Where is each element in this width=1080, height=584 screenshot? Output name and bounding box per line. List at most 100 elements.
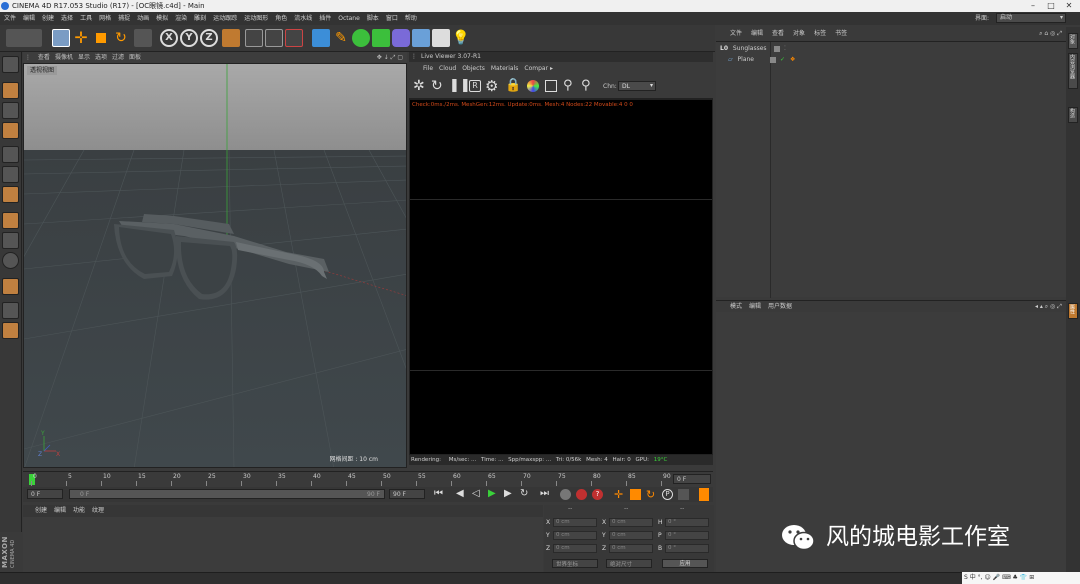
viewport-menu-item[interactable]: 过滤 (112, 54, 124, 61)
play-reverse-icon[interactable]: ◁ (472, 488, 480, 499)
loop-icon[interactable]: ↻ (520, 488, 528, 499)
menu-item-1[interactable]: 编辑 (23, 15, 35, 22)
range-slider[interactable]: 0 F 90 F (69, 489, 385, 499)
menu-item-17[interactable]: 脚本 (367, 15, 379, 22)
om-menu-item[interactable]: 对象 (793, 30, 805, 37)
attr-menu-item[interactable]: 用户数据 (768, 303, 792, 310)
edges-mode-icon[interactable] (2, 166, 19, 183)
octane-settings-icon[interactable]: ✲ (413, 78, 425, 94)
camera-icon[interactable] (432, 29, 450, 47)
lock-workplane-icon[interactable] (2, 302, 19, 319)
key-param-icon[interactable]: P (662, 489, 673, 500)
om-menu-item[interactable]: 书签 (835, 30, 847, 37)
menu-item-12[interactable]: 运动图形 (244, 15, 268, 22)
material-menu-item[interactable]: 纹理 (92, 507, 104, 514)
render-view-icon[interactable] (245, 29, 263, 47)
channel-select[interactable]: DL ▾ (618, 81, 656, 91)
lock-icon[interactable]: 🔒 (505, 78, 521, 93)
panel-grip-icon[interactable]: ⋮ (25, 54, 31, 61)
menu-item-13[interactable]: 角色 (275, 15, 287, 22)
menu-item-9[interactable]: 渲染 (175, 15, 187, 22)
tab-attributes[interactable]: 属性 (1068, 303, 1078, 319)
axis-mode-icon[interactable] (2, 212, 19, 229)
coord-mode-select[interactable]: 世界坐标 (552, 559, 598, 568)
close-button[interactable]: ✕ (1060, 0, 1078, 12)
attr-menu-item[interactable]: 编辑 (749, 303, 761, 310)
size-mode-select[interactable]: 绝对尺寸 (606, 559, 652, 568)
play-icon[interactable]: ▶ (488, 488, 496, 499)
model-mode-icon[interactable] (2, 82, 19, 99)
subdivision-icon[interactable] (352, 29, 370, 47)
current-frame-field[interactable]: 0 F (27, 489, 63, 499)
cube-icon[interactable] (312, 29, 330, 47)
y-axis-lock-icon[interactable]: Y (180, 29, 198, 47)
coord-value-field[interactable]: 0 ° (665, 544, 709, 553)
texture-mode-icon[interactable] (2, 102, 19, 119)
pause-render-icon[interactable]: ❚❚ (449, 78, 471, 93)
menu-item-18[interactable]: 窗口 (386, 15, 398, 22)
layout-select[interactable]: 启动 ▾ (996, 13, 1066, 23)
timeline-end-field[interactable]: 0 F (673, 474, 711, 484)
material-menu-item[interactable]: 编辑 (54, 507, 66, 514)
coord-value-field[interactable]: 0 cm (609, 531, 653, 540)
menu-item-8[interactable]: 模拟 (156, 15, 168, 22)
lv-menu-item[interactable]: Objects (462, 65, 485, 72)
autokey-icon[interactable] (576, 489, 587, 500)
grid-workplane-icon[interactable] (2, 322, 19, 339)
menu-item-2[interactable]: 创建 (42, 15, 54, 22)
clay-mode-icon[interactable] (545, 80, 557, 92)
snap-icon[interactable] (2, 252, 19, 269)
menu-item-3[interactable]: 选择 (61, 15, 73, 22)
viewport-menu-item[interactable]: 显示 (78, 54, 90, 61)
polygons-mode-icon[interactable] (2, 186, 19, 203)
minimize-button[interactable]: – (1024, 0, 1042, 12)
lv-menu-item[interactable]: Compar ▸ (524, 65, 553, 72)
go-to-start-icon[interactable]: ⏮ (434, 488, 443, 499)
menu-item-10[interactable]: 雕刻 (194, 15, 206, 22)
timeline-ruler[interactable]: 0 F 0 5 10 15 20 25 30 35 40 45 50 55 60 65 70 75 80 85 90 (23, 471, 713, 487)
menu-item-7[interactable]: 动画 (137, 15, 149, 22)
menu-item-16[interactable]: Octane (338, 15, 360, 22)
viewport-menu-item[interactable]: 选项 (95, 54, 107, 61)
coord-value-field[interactable]: 0 cm (553, 518, 597, 527)
panel-grip-icon[interactable]: ⋮ (411, 52, 417, 62)
key-rotation-icon[interactable]: ↻ (646, 488, 655, 501)
menu-item-5[interactable]: 网格 (99, 15, 111, 22)
apply-button[interactable]: 应用 (662, 559, 708, 568)
checkmark-icon[interactable]: ✓ (780, 55, 785, 65)
object-row-plane[interactable]: ▱ Plane ✓ ❖ (728, 55, 795, 65)
x-axis-lock-icon[interactable]: X (160, 29, 178, 47)
om-menu-item[interactable]: 查看 (772, 30, 784, 37)
undo-icon[interactable] (6, 29, 42, 47)
visibility-dots-icon[interactable] (770, 57, 776, 63)
make-editable-icon[interactable] (2, 56, 19, 73)
material-menu-item[interactable]: 功能 (73, 507, 85, 514)
coord-value-field[interactable]: 0 ° (665, 518, 709, 527)
menu-item-4[interactable]: 工具 (80, 15, 92, 22)
select-tool-icon[interactable] (52, 29, 70, 47)
cloner-icon[interactable] (372, 29, 390, 47)
om-menu-item[interactable]: 文件 (730, 30, 742, 37)
visibility-dots-icon[interactable] (774, 46, 780, 52)
step-forward-icon[interactable]: ▶ (504, 488, 512, 499)
menu-item-0[interactable]: 文件 (4, 15, 16, 22)
material-preview-icon[interactable] (527, 80, 539, 92)
coordinate-system-icon[interactable] (222, 29, 240, 47)
scale-tool-icon[interactable] (92, 29, 110, 47)
attr-menu-item[interactable]: 模式 (730, 303, 742, 310)
viewport-menu-item[interactable]: 查看 (38, 54, 50, 61)
coord-value-field[interactable]: 0 ° (665, 531, 709, 540)
key-position-icon[interactable]: ✛ (614, 488, 623, 501)
tweak-mode-icon[interactable] (2, 232, 19, 249)
light-icon[interactable]: 💡 (452, 29, 470, 47)
render-settings-icon[interactable] (285, 29, 303, 47)
key-help-icon[interactable]: ? (592, 489, 603, 500)
menu-item-6[interactable]: 捕捉 (118, 15, 130, 22)
workplane-icon[interactable] (2, 122, 19, 139)
go-to-end-icon[interactable]: ⏭ (540, 488, 549, 499)
rotate-tool-icon[interactable]: ↻ (112, 29, 130, 47)
om-menu-item[interactable]: 编辑 (751, 30, 763, 37)
points-mode-icon[interactable] (2, 146, 19, 163)
viewport-menu-item[interactable]: 摄像机 (55, 54, 73, 61)
material-menu-item[interactable]: 创建 (35, 507, 47, 514)
